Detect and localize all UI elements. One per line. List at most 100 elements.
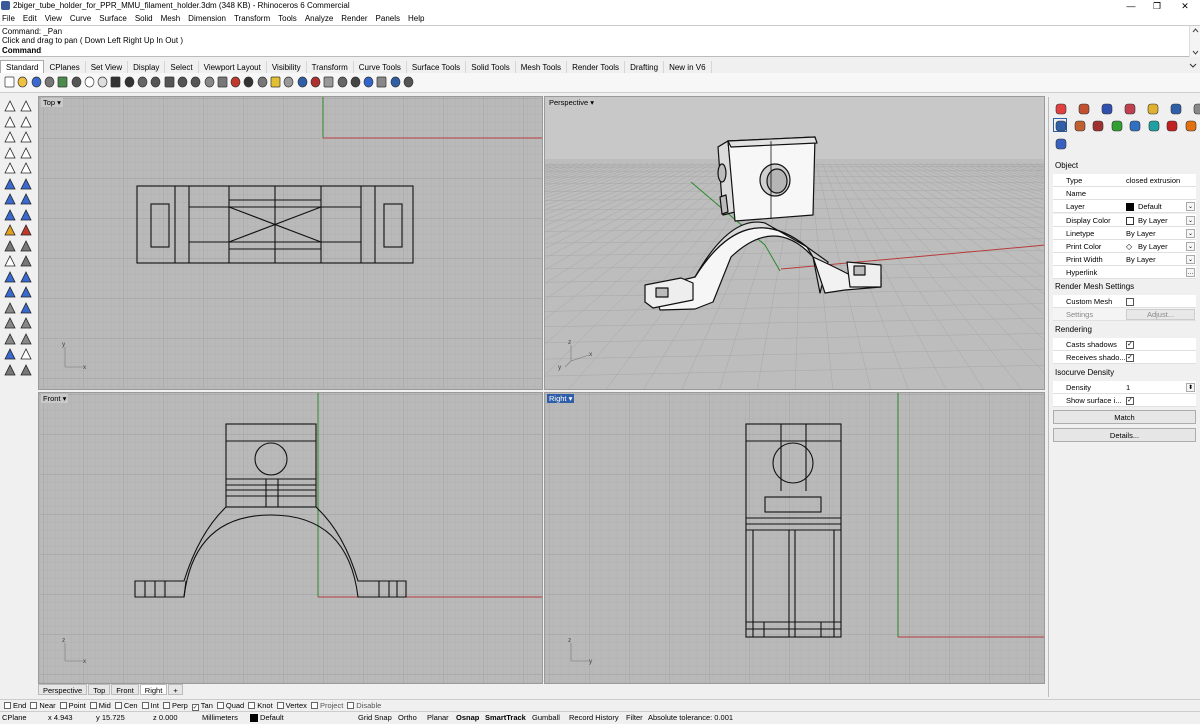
texture-icon[interactable] [1099,101,1113,115]
menu-item-curve[interactable]: Curve [70,14,91,23]
viewport-right[interactable]: z y Right ▾ [544,392,1045,684]
material-icon[interactable] [19,363,33,377]
osnap-end-checkbox[interactable] [4,702,11,709]
rectangle-icon[interactable] [3,161,17,175]
menu-item-surface[interactable]: Surface [99,14,127,23]
wireframe-icon[interactable] [322,75,335,89]
menu-item-tools[interactable]: Tools [278,14,297,23]
car-icon[interactable] [229,75,242,89]
brush-icon[interactable] [1072,118,1086,132]
rotate-view-icon[interactable] [136,75,149,89]
curve-icon[interactable] [19,115,33,129]
layer-icon[interactable] [296,75,309,89]
viewport-label-perspective[interactable]: Perspective ▾ [547,98,596,107]
boolean-icon[interactable] [19,223,33,237]
casts-shadows-checkbox[interactable]: ✓ [1126,341,1134,349]
record-history-toggle[interactable]: Record History [569,712,619,724]
explode-icon[interactable] [3,316,17,330]
text-icon[interactable] [19,332,33,346]
open-file-icon[interactable] [16,75,29,89]
shaded-icon[interactable] [336,75,349,89]
grid-snap-toggle[interactable]: Grid Snap [358,712,392,724]
close-button[interactable]: ✕ [1172,0,1198,12]
osnap-toggle[interactable]: Osnap [456,712,479,724]
rendered-icon[interactable] [349,75,362,89]
analyze-icon[interactable] [3,347,17,361]
osnap-project-checkbox[interactable] [311,702,318,709]
menu-item-panels[interactable]: Panels [376,14,400,23]
viewport-tab-front[interactable]: Front [111,684,139,695]
dimension-icon[interactable] [3,332,17,346]
viewport-layout-icon[interactable] [216,75,229,89]
osnap-quad-checkbox[interactable] [217,702,224,709]
undo-icon[interactable] [109,75,122,89]
smarttrack-toggle[interactable]: SmartTrack [485,712,526,724]
minimize-button[interactable]: — [1118,0,1144,12]
options-icon[interactable] [375,75,388,89]
viewport-label-front[interactable]: Front ▾ [41,394,68,403]
menu-item-help[interactable]: Help [408,14,424,23]
osnap-int-checkbox[interactable] [142,702,149,709]
help-icon[interactable] [389,75,402,89]
point-icon[interactable] [19,99,33,113]
material-icon[interactable] [1076,101,1090,115]
cylinder-icon[interactable] [3,208,17,222]
array-icon[interactable] [3,301,17,315]
add-viewport-tab-button[interactable]: + [168,684,182,695]
fillet-icon[interactable] [3,239,17,253]
filter-toggle[interactable]: Filter [626,712,643,724]
render-sphere-icon[interactable] [362,75,375,89]
viewport-top[interactable]: y x Top ▾ [38,96,543,390]
osnap-mid-checkbox[interactable] [90,702,97,709]
displacement-icon[interactable] [1109,118,1123,132]
display-color-dropdown-icon[interactable]: ⌄ [1186,216,1195,225]
maximize-button[interactable]: ❐ [1144,0,1170,12]
ortho-toggle[interactable]: Ortho [398,712,417,724]
select-arrow-icon[interactable] [3,99,17,113]
menu-item-file[interactable]: File [2,14,15,23]
print-width-dropdown-icon[interactable]: ⌄ [1186,255,1195,264]
lock-icon[interactable] [282,75,295,89]
command-scrollbar[interactable] [1189,26,1200,57]
layer-dropdown-icon[interactable]: ⌄ [1186,202,1195,211]
color-wheel-icon[interactable] [1053,118,1067,132]
viewport-perspective[interactable]: z x y Perspective ▾ [544,96,1045,390]
chamfer-icon[interactable] [19,239,33,253]
viewport-tab-perspective[interactable]: Perspective [38,684,87,695]
menu-item-analyze[interactable]: Analyze [305,14,333,23]
paste-icon[interactable] [96,75,109,89]
menu-item-transform[interactable]: Transform [234,14,270,23]
box-map-icon[interactable] [1146,118,1160,132]
receives-shadows-checkbox[interactable]: ✓ [1126,354,1134,362]
toolbar-tabs-menu-icon[interactable] [1188,61,1198,71]
check-icon[interactable] [19,347,33,361]
sphere-icon[interactable] [19,192,33,206]
freeform-icon[interactable] [19,161,33,175]
mirror-icon[interactable] [19,285,33,299]
object-properties-icon[interactable] [1053,101,1067,115]
menu-item-dimension[interactable]: Dimension [188,14,226,23]
viewport-label-right[interactable]: Right ▾ [547,394,574,403]
rotate-icon[interactable] [19,270,33,284]
details-button[interactable]: Details... [1053,428,1196,442]
folder-icon[interactable] [1145,101,1159,115]
new-file-icon[interactable] [3,75,16,89]
trim-icon[interactable] [3,254,17,268]
zoom-window-icon[interactable] [163,75,176,89]
shadow-icon[interactable] [1127,118,1141,132]
group-icon[interactable] [19,316,33,330]
custom-mesh-checkbox[interactable] [1126,298,1134,306]
viewport-front[interactable]: z x Front ▾ [38,392,543,684]
menu-item-edit[interactable]: Edit [23,14,37,23]
mesh-icon[interactable] [3,223,17,237]
print-icon[interactable] [43,75,56,89]
cylinder-map-icon[interactable] [1053,136,1067,150]
density-value[interactable]: 1 [1126,381,1130,394]
osnap-cen-checkbox[interactable] [115,702,122,709]
show-surface-checkbox[interactable]: ✓ [1126,397,1134,405]
menu-item-mesh[interactable]: Mesh [161,14,181,23]
osnap-disable-checkbox[interactable] [347,702,354,709]
menu-item-view[interactable]: View [45,14,62,23]
extrude-icon[interactable] [19,208,33,222]
render-icon[interactable] [3,363,17,377]
